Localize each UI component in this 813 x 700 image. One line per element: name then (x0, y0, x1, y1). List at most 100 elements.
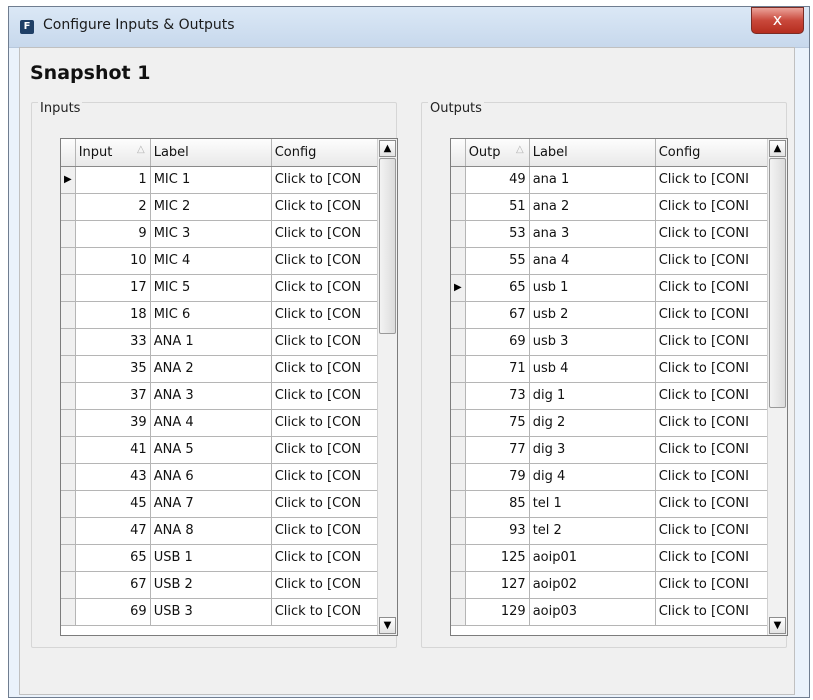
table-row[interactable]: 93 tel 2 Click to [CONI (451, 517, 770, 545)
row-selector[interactable] (451, 598, 466, 626)
table-row[interactable]: 85 tel 1 Click to [CONI (451, 490, 770, 518)
table-row[interactable]: 37 ANA 3 Click to [CON (61, 382, 380, 410)
row-label-cell[interactable]: aoip03 (529, 598, 656, 626)
scroll-down-icon[interactable]: ▼ (379, 617, 396, 634)
row-config-cell[interactable]: Click to [CON (271, 328, 380, 356)
row-config-cell[interactable]: Click to [CON (271, 436, 380, 464)
row-selector[interactable] (61, 598, 76, 626)
row-config-cell[interactable]: Click to [CONI (655, 571, 770, 599)
row-selector[interactable] (451, 382, 466, 410)
scroll-down-icon[interactable]: ▼ (769, 617, 786, 634)
row-label-cell[interactable]: MIC 1 (150, 166, 272, 194)
row-number-cell[interactable]: 37 (75, 382, 151, 410)
column-header-label[interactable]: Label (150, 139, 272, 167)
table-row[interactable]: 67 usb 2 Click to [CONI (451, 301, 770, 329)
row-config-cell[interactable]: Click to [CON (271, 274, 380, 302)
row-selector[interactable] (61, 247, 76, 275)
table-row[interactable]: 67 USB 2 Click to [CON (61, 571, 380, 599)
row-selector[interactable]: ▶ (61, 166, 76, 194)
row-config-cell[interactable]: Click to [CONI (655, 598, 770, 626)
row-number-cell[interactable]: 18 (75, 301, 151, 329)
table-row[interactable]: 69 USB 3 Click to [CON (61, 598, 380, 626)
row-config-cell[interactable]: Click to [CON (271, 166, 380, 194)
row-label-cell[interactable]: aoip01 (529, 544, 656, 572)
row-label-cell[interactable]: MIC 4 (150, 247, 272, 275)
table-row[interactable]: 127 aoip02 Click to [CONI (451, 571, 770, 599)
table-row[interactable]: 47 ANA 8 Click to [CON (61, 517, 380, 545)
row-selector[interactable] (61, 544, 76, 572)
title-bar[interactable]: F Configure Inputs & Outputs x (9, 7, 809, 48)
row-number-cell[interactable]: 77 (465, 436, 530, 464)
outputs-grid[interactable]: Outp △ Label Config 49 ana 1 Click to [CONI… (450, 138, 788, 636)
table-row[interactable]: 9 MIC 3 Click to [CON (61, 220, 380, 248)
row-label-cell[interactable]: ana 1 (529, 166, 656, 194)
table-row[interactable]: 77 dig 3 Click to [CONI (451, 436, 770, 464)
row-selector[interactable] (451, 220, 466, 248)
row-label-cell[interactable]: tel 2 (529, 517, 656, 545)
row-selector[interactable]: ▶ (451, 274, 466, 302)
row-number-cell[interactable]: 47 (75, 517, 151, 545)
row-label-cell[interactable]: dig 2 (529, 409, 656, 437)
row-config-cell[interactable]: Click to [CON (271, 220, 380, 248)
scroll-up-icon[interactable]: ▲ (379, 140, 396, 157)
row-number-cell[interactable]: 43 (75, 463, 151, 491)
row-selector[interactable] (61, 220, 76, 248)
row-label-cell[interactable]: MIC 2 (150, 193, 272, 221)
row-number-cell[interactable]: 1 (75, 166, 151, 194)
row-config-cell[interactable]: Click to [CONI (655, 544, 770, 572)
table-row[interactable]: 129 aoip03 Click to [CONI (451, 598, 770, 626)
row-number-cell[interactable]: 2 (75, 193, 151, 221)
row-selector[interactable] (61, 382, 76, 410)
table-row[interactable]: 65 USB 1 Click to [CON (61, 544, 380, 572)
row-config-cell[interactable]: Click to [CON (271, 355, 380, 383)
table-row[interactable]: 18 MIC 6 Click to [CON (61, 301, 380, 329)
row-selector[interactable] (61, 301, 76, 329)
row-selector[interactable] (61, 328, 76, 356)
row-config-cell[interactable]: Click to [CONI (655, 301, 770, 329)
row-config-cell[interactable]: Click to [CON (271, 544, 380, 572)
row-number-cell[interactable]: 69 (75, 598, 151, 626)
row-number-cell[interactable]: 73 (465, 382, 530, 410)
row-config-cell[interactable]: Click to [CONI (655, 517, 770, 545)
row-number-cell[interactable]: 129 (465, 598, 530, 626)
row-config-cell[interactable]: Click to [CONI (655, 247, 770, 275)
row-label-cell[interactable]: MIC 5 (150, 274, 272, 302)
row-config-cell[interactable]: Click to [CON (271, 301, 380, 329)
table-row[interactable]: 45 ANA 7 Click to [CON (61, 490, 380, 518)
row-selector[interactable] (451, 328, 466, 356)
row-selector[interactable] (451, 436, 466, 464)
row-selector[interactable] (61, 355, 76, 383)
row-label-cell[interactable]: dig 3 (529, 436, 656, 464)
inputs-scrollbar[interactable]: ▲ ▼ (377, 139, 397, 635)
row-config-cell[interactable]: Click to [CONI (655, 355, 770, 383)
row-config-cell[interactable]: Click to [CONI (655, 166, 770, 194)
row-config-cell[interactable]: Click to [CON (271, 598, 380, 626)
row-number-cell[interactable]: 93 (465, 517, 530, 545)
row-label-cell[interactable]: ANA 3 (150, 382, 272, 410)
table-row[interactable]: 17 MIC 5 Click to [CON (61, 274, 380, 302)
table-row[interactable]: 75 dig 2 Click to [CONI (451, 409, 770, 437)
row-label-cell[interactable]: ana 4 (529, 247, 656, 275)
row-number-cell[interactable]: 17 (75, 274, 151, 302)
row-label-cell[interactable]: ANA 6 (150, 463, 272, 491)
row-label-cell[interactable]: usb 4 (529, 355, 656, 383)
row-number-cell[interactable]: 65 (75, 544, 151, 572)
row-config-cell[interactable]: Click to [CON (271, 409, 380, 437)
row-selector[interactable] (451, 355, 466, 383)
table-row[interactable]: 35 ANA 2 Click to [CON (61, 355, 380, 383)
row-selector[interactable] (61, 463, 76, 491)
row-number-cell[interactable]: 49 (465, 166, 530, 194)
row-number-cell[interactable]: 85 (465, 490, 530, 518)
row-selector[interactable] (61, 517, 76, 545)
row-label-cell[interactable]: ANA 7 (150, 490, 272, 518)
row-selector[interactable] (451, 571, 466, 599)
column-header-input[interactable]: Input △ (75, 139, 151, 167)
row-config-cell[interactable]: Click to [CON (271, 490, 380, 518)
row-selector[interactable] (61, 571, 76, 599)
row-config-cell[interactable]: Click to [CONI (655, 490, 770, 518)
row-number-cell[interactable]: 39 (75, 409, 151, 437)
row-selector[interactable] (451, 193, 466, 221)
row-config-cell[interactable]: Click to [CONI (655, 436, 770, 464)
row-selector[interactable] (451, 247, 466, 275)
table-row[interactable]: 55 ana 4 Click to [CONI (451, 247, 770, 275)
